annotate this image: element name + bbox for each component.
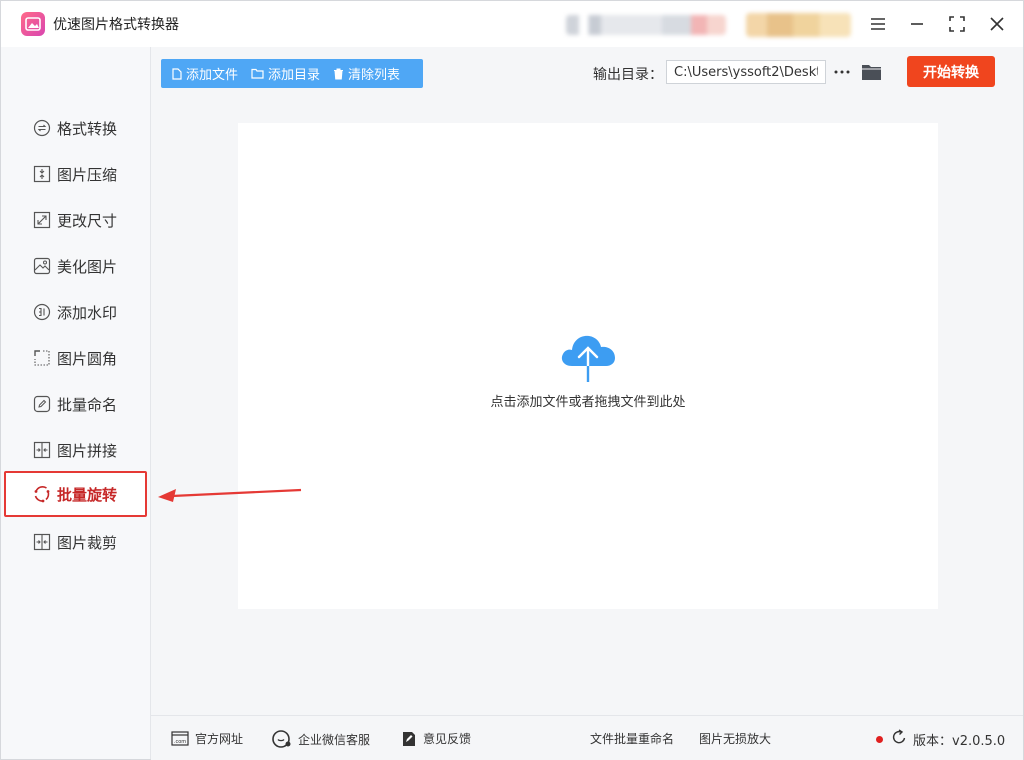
drop-hint: 点击添加文件或者拖拽文件到此处 [490, 395, 686, 410]
stitch-icon [33, 441, 51, 459]
sidebar-item-label: 批量旋转 [57, 486, 118, 504]
add-file-label: 添加文件 [186, 68, 239, 83]
maximize-button[interactable] [944, 11, 970, 37]
rename-icon [33, 395, 51, 413]
sidebar-item-batch-rename[interactable]: 批量命名 [5, 381, 147, 427]
sidebar-item-label: 图片裁剪 [57, 534, 118, 552]
update-status-dot [876, 736, 883, 743]
website-link[interactable]: .com 官方网址 [171, 730, 243, 747]
crop-icon [33, 533, 51, 551]
close-icon [990, 17, 1004, 31]
add-folder-label: 添加目录 [268, 68, 321, 83]
file-icon [172, 67, 182, 80]
compress-icon [33, 165, 51, 183]
convert-icon [33, 119, 51, 137]
status-bar: .com 官方网址 企业微信客服 意见反馈 文件批量重命名 图片无损放大 版本：… [151, 715, 1023, 760]
sidebar-item-label: 图片压缩 [57, 166, 118, 184]
batch-rename-link[interactable]: 文件批量重命名 [590, 730, 674, 747]
more-dots-icon [834, 70, 850, 74]
clear-list-button[interactable]: 清除列表 [328, 59, 405, 88]
file-toolbar: 添加文件 添加目录 清除列表 [161, 59, 423, 88]
file-drop-area[interactable]: 点击添加文件或者拖拽文件到此处 [238, 123, 938, 609]
folder-icon [251, 68, 264, 79]
cloud-upload-icon [561, 335, 615, 384]
sidebar-item-compress[interactable]: 图片压缩 [5, 151, 147, 197]
add-folder-button[interactable]: 添加目录 [246, 59, 325, 88]
sidebar-item-format-convert[interactable]: 格式转换 [5, 105, 147, 151]
sidebar-item-stitch[interactable]: 图片拼接 [5, 427, 147, 473]
minimize-icon [911, 23, 923, 25]
clear-list-label: 清除列表 [348, 68, 401, 83]
feedback-icon [403, 731, 415, 746]
close-button[interactable] [984, 11, 1010, 37]
open-folder-button[interactable] [861, 61, 883, 83]
title-bar: 优速图片格式转换器 [1, 1, 1023, 47]
sidebar-item-label: 批量命名 [57, 396, 118, 414]
beautify-icon [33, 257, 51, 275]
resize-icon [33, 211, 51, 229]
refresh-icon[interactable] [891, 729, 907, 745]
sidebar-item-label: 图片拼接 [57, 442, 118, 460]
rotate-icon [34, 486, 50, 503]
version-label: 版本：v2.0.5.0 [913, 734, 1006, 749]
chat-icon [272, 730, 291, 748]
app-window: 优速图片格式转换器 格式转换 图片压缩 更改尺寸 美化图片 添加水印 图片圆角 … [0, 0, 1024, 760]
output-dir-input[interactable] [666, 60, 826, 84]
wechat-label: 企业微信客服 [298, 732, 371, 747]
output-dir-label: 输出目录： [593, 67, 663, 83]
sidebar-item-resize[interactable]: 更改尺寸 [5, 197, 147, 243]
trash-icon [334, 68, 344, 79]
sidebar-item-round-corner[interactable]: 图片圆角 [5, 335, 147, 381]
sidebar-item-beautify[interactable]: 美化图片 [5, 243, 147, 289]
start-convert-button[interactable]: 开始转换 [907, 56, 995, 87]
sidebar-item-label: 格式转换 [57, 120, 118, 138]
sidebar-item-watermark[interactable]: 添加水印 [5, 289, 147, 335]
minimize-button[interactable] [904, 11, 930, 37]
menu-button[interactable] [865, 11, 891, 37]
sidebar-item-label: 美化图片 [57, 258, 118, 276]
batch-rename-label: 文件批量重命名 [590, 732, 675, 746]
maximize-icon [949, 16, 965, 32]
sidebar-item-label: 更改尺寸 [57, 212, 118, 230]
feedback-label: 意见反馈 [423, 732, 472, 746]
watermark-icon [33, 303, 51, 321]
browse-more-button[interactable] [833, 61, 851, 83]
sidebar-item-label: 添加水印 [57, 304, 118, 322]
sidebar-item-batch-rotate[interactable]: 批量旋转 [4, 471, 147, 517]
lossless-zoom-label: 图片无损放大 [699, 732, 772, 746]
website-icon: .com [171, 730, 189, 746]
open-folder-icon [862, 65, 881, 80]
sidebar-item-label: 图片圆角 [57, 350, 118, 368]
svg-text:.com: .com [174, 739, 186, 745]
app-title: 优速图片格式转换器 [53, 17, 179, 33]
account-info-blurred[interactable] [566, 15, 726, 35]
add-file-button[interactable]: 添加文件 [167, 59, 243, 88]
feedback-link[interactable]: 意见反馈 [401, 730, 471, 747]
red-arrow-annotation [158, 488, 302, 502]
menu-icon [871, 18, 885, 30]
round-corner-icon [34, 350, 50, 366]
website-label: 官方网址 [195, 732, 244, 746]
vip-badge-blurred[interactable] [746, 13, 851, 37]
wechat-service-link[interactable]: 企业微信客服 [272, 730, 370, 748]
app-logo-icon [21, 12, 45, 36]
sidebar-item-crop[interactable]: 图片裁剪 [5, 519, 147, 565]
lossless-zoom-link[interactable]: 图片无损放大 [699, 730, 771, 747]
sidebar: 格式转换 图片压缩 更改尺寸 美化图片 添加水印 图片圆角 批量命名 图片拼接 [1, 47, 151, 759]
